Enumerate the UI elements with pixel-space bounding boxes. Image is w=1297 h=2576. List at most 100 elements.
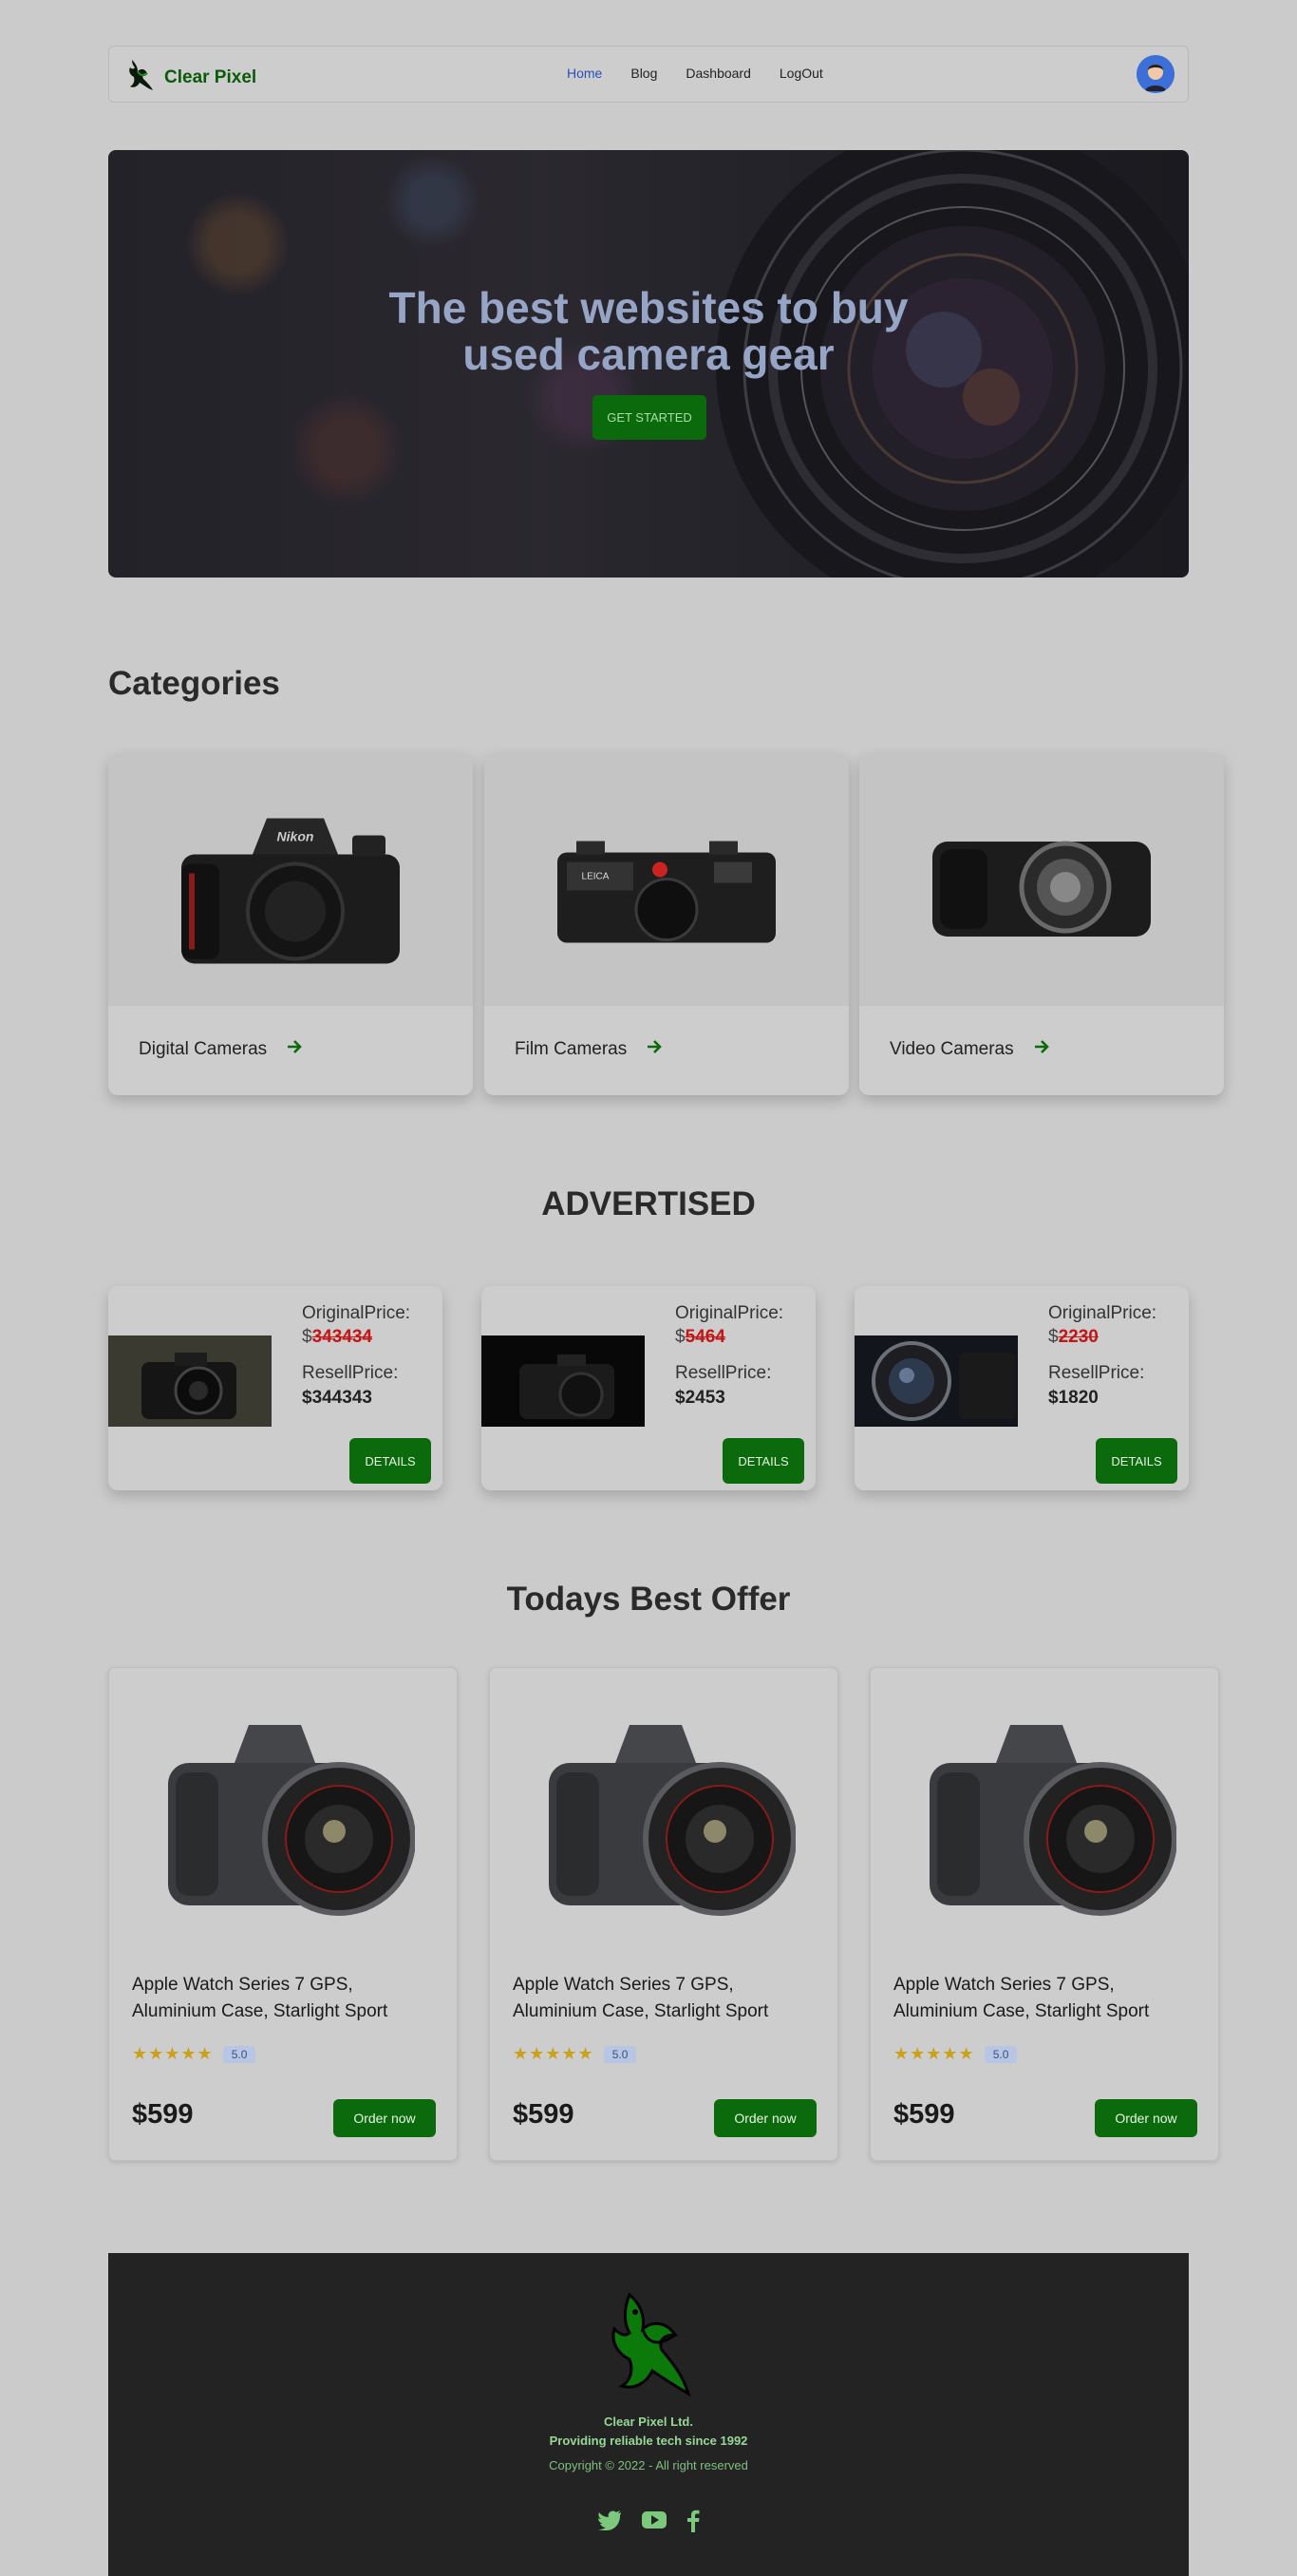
original-price: $343434 (302, 1325, 410, 1350)
film-camera-icon: LEICA (557, 841, 776, 943)
resell-price-label: ResellPrice: (1048, 1363, 1145, 1383)
resell-price: $344343 (302, 1388, 372, 1408)
camera-photo (108, 1335, 272, 1427)
navbar: Clear Pixel Home Blog Dashboard LogOut (108, 46, 1189, 103)
price-info: OriginalPrice: $343434 ResellPrice: $344… (302, 1301, 410, 1411)
social-links (108, 2510, 1189, 2537)
product-name: Apple Watch Series 7 GPS, Aluminium Case… (513, 1975, 769, 2021)
hero-title-line2: used camera gear (462, 330, 835, 379)
product-price: $599 (132, 2099, 194, 2130)
price-info: OriginalPrice: $2230 ResellPrice: $1820 (1048, 1301, 1156, 1411)
category-card-video[interactable]: Video Cameras (859, 753, 1224, 1095)
nav-link-home[interactable]: Home (567, 66, 602, 81)
company-name: Clear Pixel Ltd. (604, 2415, 693, 2429)
category-card-film[interactable]: LEICA Film Cameras (484, 753, 849, 1095)
youtube-icon[interactable] (641, 2510, 667, 2537)
advertised-card: OriginalPrice: $343434 ResellPrice: $344… (108, 1286, 442, 1490)
original-price-label: OriginalPrice: (1048, 1303, 1157, 1323)
dslr-camera-icon (168, 1725, 416, 1916)
company-tagline: Providing reliable tech since 1992 (549, 2434, 748, 2448)
arrow-right-icon[interactable] (286, 1038, 303, 1060)
category-label: Film Cameras (515, 1038, 628, 1059)
resell-price-label: ResellPrice: (675, 1363, 772, 1383)
rating-badge: 5.0 (984, 2045, 1018, 2063)
category-footer: Digital Cameras (139, 1038, 303, 1060)
category-image: Nikon (108, 753, 473, 1006)
site-footer: Clear Pixel Ltd. Providing reliable tech… (108, 2253, 1189, 2576)
camera-lens-photo (855, 1335, 1018, 1427)
rating-badge: 5.0 (603, 2045, 637, 2063)
svg-text:Nikon: Nikon (277, 829, 314, 844)
category-footer: Film Cameras (515, 1038, 663, 1060)
hero-title: The best websites to buy used camera gea… (108, 285, 1189, 378)
product-image (855, 1335, 1018, 1427)
resell-price: $1820 (1048, 1388, 1099, 1408)
rating-badge: 5.0 (222, 2045, 256, 2063)
user-avatar[interactable] (1137, 55, 1175, 93)
svg-text:LEICA: LEICA (582, 872, 610, 882)
product-rating: ★★★★★ 5.0 (513, 2044, 637, 2064)
product-image (539, 1706, 797, 1929)
order-now-button[interactable]: Order now (1095, 2099, 1197, 2137)
video-camera-icon (932, 841, 1151, 937)
product-rating: ★★★★★ 5.0 (132, 2044, 256, 2064)
main-menu: Home Blog Dashboard LogOut (567, 66, 852, 81)
advertised-heading: ADVERTISED (541, 1185, 756, 1222)
arrow-right-icon[interactable] (646, 1038, 663, 1060)
nav-link-dashboard[interactable]: Dashboard (686, 66, 751, 81)
original-price-value: 2230 (1058, 1327, 1099, 1347)
product-name: Apple Watch Series 7 GPS, Aluminium Case… (893, 1975, 1150, 2021)
brand-logo[interactable]: Clear Pixel (126, 58, 256, 97)
star-rating-icon: ★★★★★ (893, 2044, 975, 2063)
hero-title-line1: The best websites to buy (388, 283, 909, 332)
currency-symbol: $ (675, 1327, 686, 1347)
hero-banner: The best websites to buy used camera gea… (108, 150, 1189, 578)
price-info: OriginalPrice: $5464 ResellPrice: $2453 (675, 1301, 783, 1411)
facebook-icon[interactable] (686, 2510, 700, 2537)
brand-name: Clear Pixel (164, 66, 257, 87)
categories-heading: Categories (108, 665, 280, 702)
dslr-camera-icon (549, 1725, 797, 1916)
get-started-button[interactable]: GET STARTED (592, 395, 706, 440)
category-card-digital[interactable]: Nikon Digital Cameras (108, 753, 473, 1095)
category-label: Digital Cameras (139, 1038, 268, 1059)
advertised-card: OriginalPrice: $2230 ResellPrice: $1820 … (855, 1286, 1189, 1490)
original-price: $2230 (1048, 1325, 1156, 1350)
nav-link-logout[interactable]: LogOut (780, 66, 823, 81)
product-price: $599 (893, 2099, 955, 2130)
eagle-logo-icon (601, 2291, 696, 2406)
category-image (859, 753, 1224, 1006)
best-offer-heading: Todays Best Offer (506, 1581, 791, 1618)
star-rating-icon: ★★★★★ (132, 2044, 214, 2063)
camera-photo (481, 1335, 645, 1427)
product-image (108, 1335, 272, 1427)
order-now-button[interactable]: Order now (714, 2099, 817, 2137)
product-image (920, 1706, 1177, 1929)
category-label: Video Cameras (890, 1038, 1014, 1059)
original-price-value: 5464 (685, 1327, 725, 1347)
original-price-value: 343434 (311, 1327, 372, 1347)
category-footer: Video Cameras (890, 1038, 1050, 1060)
dslr-camera-icon (930, 1725, 1177, 1916)
arrow-right-icon[interactable] (1033, 1038, 1050, 1060)
offer-card: Apple Watch Series 7 GPS, Aluminium Case… (870, 1667, 1219, 2161)
twitter-icon[interactable] (597, 2510, 622, 2537)
advertised-card: OriginalPrice: $5464 ResellPrice: $2453 … (481, 1286, 816, 1490)
details-button[interactable]: DETAILS (723, 1438, 804, 1484)
category-image: LEICA (484, 753, 849, 1006)
details-button[interactable]: DETAILS (1096, 1438, 1177, 1484)
resell-price-label: ResellPrice: (302, 1363, 399, 1383)
nav-link-blog[interactable]: Blog (630, 66, 657, 81)
copyright-text: Copyright © 2022 - All right reserved (549, 2458, 748, 2472)
currency-symbol: $ (1048, 1327, 1059, 1347)
star-rating-icon: ★★★★★ (513, 2044, 594, 2063)
eagle-logo-icon (126, 58, 155, 97)
details-button[interactable]: DETAILS (349, 1438, 431, 1484)
offer-card: Apple Watch Series 7 GPS, Aluminium Case… (489, 1667, 838, 2161)
product-image (159, 1706, 416, 1929)
original-price-label: OriginalPrice: (675, 1303, 784, 1323)
original-price: $5464 (675, 1325, 783, 1350)
original-price-label: OriginalPrice: (302, 1303, 411, 1323)
order-now-button[interactable]: Order now (333, 2099, 436, 2137)
product-image (481, 1335, 645, 1427)
